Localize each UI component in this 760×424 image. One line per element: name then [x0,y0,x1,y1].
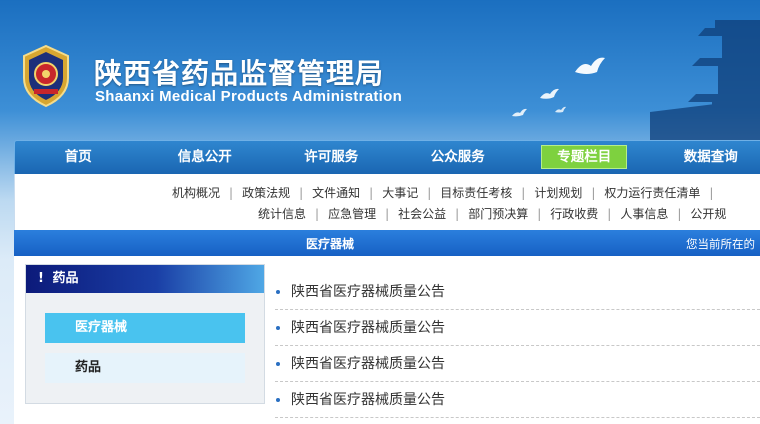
sub-link[interactable]: 文件通知 [312,184,360,201]
sub-link[interactable]: 应急管理 [328,205,376,222]
sidebar: ! 药品 医疗器械 药品 [25,264,265,404]
article-title[interactable]: 陕西省医疗器械质量公告 [291,284,445,300]
article-title[interactable]: 陕西省医疗器械质量公告 [291,320,445,336]
sub-links-row-2: 统计信息 | 应急管理 | 社会公益 | 部门预决算 | 行政收费 | 人事信息 | 公开规 [258,205,726,222]
site-header: 陕西省药品监督管理局 Shaanxi Medical Products Admi… [0,0,760,140]
separator: | [427,186,432,200]
nav-home-label: 首页 [64,149,92,165]
nav-home[interactable]: 首页 [15,141,142,174]
sub-link[interactable]: 公开规 [690,205,726,222]
sidebar-heading: ! 药品 [26,265,264,293]
separator: | [537,207,542,221]
list-item[interactable]: 陕西省医疗器械质量公告 [275,346,760,382]
sidebar-item-drugs[interactable]: 药品 [45,353,245,383]
list-item[interactable]: 陕西省医疗器械质量公告 [275,382,760,418]
pagoda-dove-decoration [512,20,760,140]
article-title[interactable]: 陕西省医疗器械质量公告 [291,392,445,408]
article-title[interactable]: 陕西省医疗器械质量公告 [291,356,445,372]
info-icon: ! [38,271,44,286]
article-list: 陕西省医疗器械质量公告 陕西省医疗器械质量公告 陕西省医疗器械质量公告 陕西省医… [275,274,760,418]
sub-link[interactable]: 人事信息 [620,205,668,222]
sub-link[interactable]: 目标责任考核 [440,184,512,201]
separator: | [591,186,596,200]
nav-public-service-label: 公众服务 [430,149,485,165]
site-title-cn: 陕西省药品监督管理局 [94,57,385,90]
sidebar-item-medical-devices[interactable]: 医疗器械 [45,313,245,343]
nav-info-disclosure[interactable]: 信息公开 [142,141,269,174]
bullet-icon [276,398,280,402]
bullet-icon [276,362,280,366]
main-nav: 首页 信息公开 许可服务 公众服务 专题栏目 数据查询 [14,140,760,174]
sub-link[interactable]: 社会公益 [398,205,446,222]
sub-link[interactable]: 机构概况 [172,184,220,201]
site-title-en: Shaanxi Medical Products Administration [95,88,403,105]
nav-special-topics-label: 专题栏目 [541,145,628,169]
sub-link[interactable]: 权力运行责任清单 [604,184,700,201]
separator: | [607,207,612,221]
sub-link[interactable]: 行政收费 [550,205,598,222]
nav-license-service-label: 许可服务 [304,149,359,165]
separator: | [385,207,390,221]
section-title: 医疗器械 [306,237,355,251]
list-item[interactable]: 陕西省医疗器械质量公告 [275,274,760,310]
separator: | [677,207,682,221]
nav-license-service[interactable]: 许可服务 [268,141,395,174]
nav-special-topics[interactable]: 专题栏目 [521,141,648,174]
nav-public-service[interactable]: 公众服务 [395,141,522,174]
sub-links-panel: 机构概况 | 政策法规 | 文件通知 | 大事记 | 目标责任考核 | 计划规划 | 权力运行责任清单 |… [14,174,760,230]
breadcrumb: 您当前所在的 [686,237,755,251]
section-bar: 医疗器械 您当前所在的 [14,230,760,256]
sub-links-row-1: 机构概况 | 政策法规 | 文件通知 | 大事记 | 目标责任考核 | 计划规划 | 权力运行责任清单 | [172,184,722,201]
sub-link[interactable]: 部门预决算 [468,205,528,222]
sub-link[interactable]: 计划规划 [534,184,582,201]
list-item[interactable]: 陕西省医疗器械质量公告 [275,310,760,346]
separator: | [369,186,374,200]
sub-link[interactable]: 大事记 [382,184,418,201]
police-emblem-icon [23,44,69,108]
separator: | [455,207,460,221]
separator: | [229,186,234,200]
nav-info-disclosure-label: 信息公开 [177,149,232,165]
nav-data-query-label: 数据查询 [683,149,738,165]
sub-link[interactable]: 政策法规 [242,184,290,201]
sub-link[interactable]: 统计信息 [258,205,306,222]
bullet-icon [276,326,280,330]
separator: | [521,186,526,200]
separator: | [709,186,714,200]
bullet-icon [276,290,280,294]
separator: | [315,207,320,221]
nav-data-query[interactable]: 数据查询 [648,141,760,174]
sidebar-heading-label: 药品 [52,271,79,286]
separator: | [299,186,304,200]
